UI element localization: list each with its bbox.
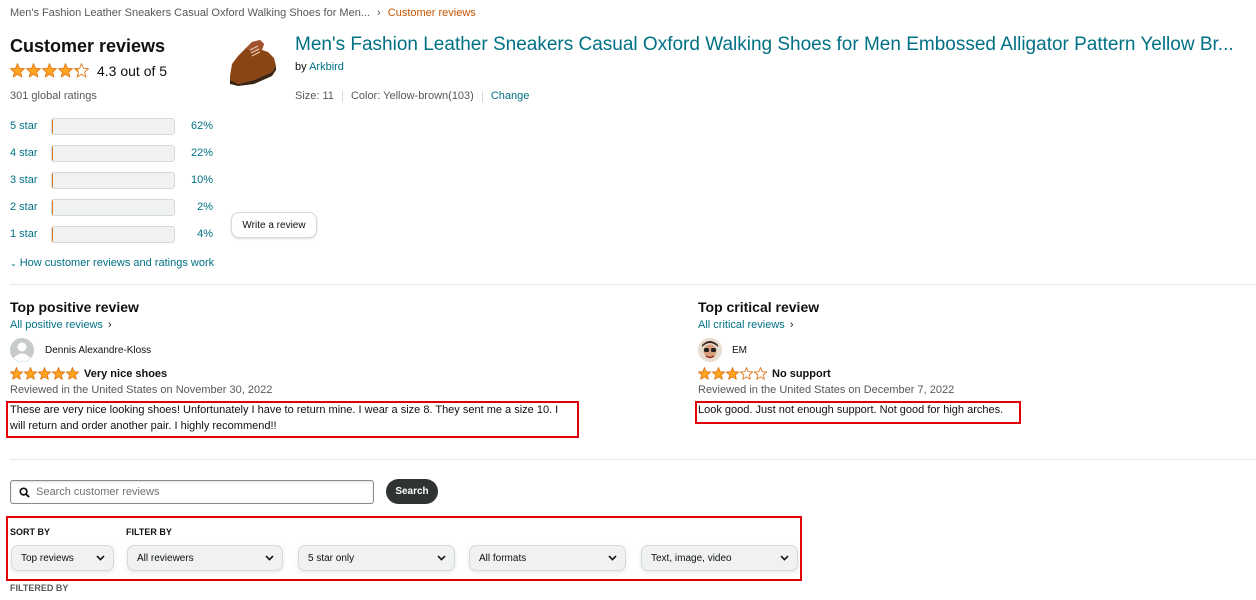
breadcrumb-separator: › bbox=[377, 7, 381, 19]
section-divider bbox=[10, 459, 1256, 460]
search-button[interactable]: Search bbox=[386, 479, 438, 504]
histogram-percent[interactable]: 4% bbox=[175, 228, 213, 240]
shoe-icon bbox=[230, 40, 276, 86]
chevron-right-icon: › bbox=[107, 319, 112, 331]
breadcrumb-product-link[interactable]: Men's Fashion Leather Sneakers Casual Ox… bbox=[10, 7, 370, 19]
histogram-star-label[interactable]: 4 star bbox=[10, 147, 51, 159]
product-image[interactable] bbox=[224, 36, 278, 86]
chevron-right-icon: › bbox=[789, 319, 794, 331]
histogram-bar[interactable] bbox=[51, 225, 175, 243]
reviewer-name: Dennis Alexandre-Kloss bbox=[45, 344, 152, 356]
histogram-percent[interactable]: 2% bbox=[175, 201, 213, 213]
search-icon bbox=[19, 486, 30, 498]
top-positive-heading: Top positive review bbox=[10, 299, 139, 315]
review-stars-icon bbox=[10, 367, 79, 380]
histogram-star-label[interactable]: 2 star bbox=[10, 201, 51, 213]
global-ratings-count: 301 global ratings bbox=[10, 90, 97, 102]
histogram-star-label[interactable]: 5 star bbox=[10, 120, 51, 132]
divider bbox=[481, 90, 483, 102]
write-review-button[interactable]: Write a review bbox=[231, 212, 317, 238]
histogram-bar[interactable] bbox=[51, 117, 175, 135]
all-critical-reviews-link[interactable]: All critical reviews › bbox=[698, 319, 794, 331]
histogram-row[interactable]: 3 star 10% bbox=[10, 171, 213, 189]
average-stars-icon bbox=[10, 62, 89, 80]
breadcrumb-current: Customer reviews bbox=[387, 7, 476, 19]
critical-review-title-row: No support bbox=[698, 367, 831, 380]
page-title: Customer reviews bbox=[10, 36, 166, 56]
histogram-fill bbox=[52, 226, 53, 242]
avatar bbox=[698, 338, 722, 362]
review-date: Reviewed in the United States on Decembe… bbox=[698, 384, 955, 396]
how-reviews-work-link[interactable]: ⌄ How customer reviews and ratings work bbox=[10, 257, 214, 269]
review-stars-icon bbox=[698, 367, 767, 380]
product-size: Size: 11 bbox=[295, 90, 334, 102]
section-divider bbox=[10, 284, 1256, 285]
reviewer-name: EM bbox=[732, 344, 747, 356]
product-byline: by Arkbird bbox=[295, 61, 344, 73]
histogram-fill bbox=[52, 199, 53, 215]
search-input[interactable] bbox=[36, 486, 356, 498]
histogram-fill bbox=[52, 118, 53, 134]
histogram-percent[interactable]: 10% bbox=[175, 174, 213, 186]
highlight-box bbox=[6, 401, 579, 438]
all-positive-label: All positive reviews bbox=[10, 319, 103, 331]
all-critical-label: All critical reviews bbox=[698, 319, 785, 331]
average-rating-text: 4.3 out of 5 bbox=[97, 63, 168, 79]
top-critical-heading: Top critical review bbox=[698, 299, 820, 315]
by-prefix: by bbox=[295, 61, 307, 73]
critical-reviewer[interactable]: EM bbox=[698, 338, 747, 362]
highlight-box bbox=[695, 401, 1021, 424]
histogram-bar[interactable] bbox=[51, 171, 175, 189]
positive-review-title-row: Very nice shoes bbox=[10, 367, 167, 380]
review-date: Reviewed in the United States on Novembe… bbox=[10, 384, 273, 396]
search-box[interactable] bbox=[10, 480, 374, 504]
divider bbox=[341, 90, 343, 102]
product-variant-info: Size: 11 Color: Yellow-brown(103) Change bbox=[295, 90, 529, 102]
breadcrumb: Men's Fashion Leather Sneakers Casual Ox… bbox=[10, 7, 476, 19]
chevron-down-icon: ⌄ bbox=[10, 258, 17, 268]
histogram-fill bbox=[52, 172, 53, 188]
review-title: No support bbox=[772, 367, 831, 380]
highlight-box bbox=[6, 516, 802, 581]
histogram-percent[interactable]: 62% bbox=[175, 120, 213, 132]
positive-reviewer[interactable]: Dennis Alexandre-Kloss bbox=[10, 338, 151, 362]
brand-link[interactable]: Arkbird bbox=[309, 61, 344, 73]
how-reviews-work-label: How customer reviews and ratings work bbox=[19, 257, 215, 269]
histogram-row[interactable]: 2 star 2% bbox=[10, 198, 213, 216]
filtered-by-label: FILTERED BY bbox=[10, 583, 69, 593]
histogram-row[interactable]: 1 star 4% bbox=[10, 225, 213, 243]
review-title: Very nice shoes bbox=[84, 367, 168, 380]
histogram-fill bbox=[52, 145, 53, 161]
histogram-star-label[interactable]: 1 star bbox=[10, 228, 51, 240]
histogram-star-label[interactable]: 3 star bbox=[10, 174, 51, 186]
product-title-link[interactable]: Men's Fashion Leather Sneakers Casual Ox… bbox=[295, 34, 1255, 56]
histogram-percent[interactable]: 22% bbox=[175, 147, 213, 159]
histogram-bar[interactable] bbox=[51, 144, 175, 162]
histogram-row[interactable]: 5 star 62% bbox=[10, 117, 213, 135]
histogram-row[interactable]: 4 star 22% bbox=[10, 144, 213, 162]
change-variant-link[interactable]: Change bbox=[491, 90, 530, 102]
average-rating: 4.3 out of 5 bbox=[10, 62, 167, 80]
all-positive-reviews-link[interactable]: All positive reviews › bbox=[10, 319, 112, 331]
histogram-bar[interactable] bbox=[51, 198, 175, 216]
product-color: Color: Yellow-brown(103) bbox=[350, 90, 474, 102]
avatar bbox=[10, 338, 34, 362]
